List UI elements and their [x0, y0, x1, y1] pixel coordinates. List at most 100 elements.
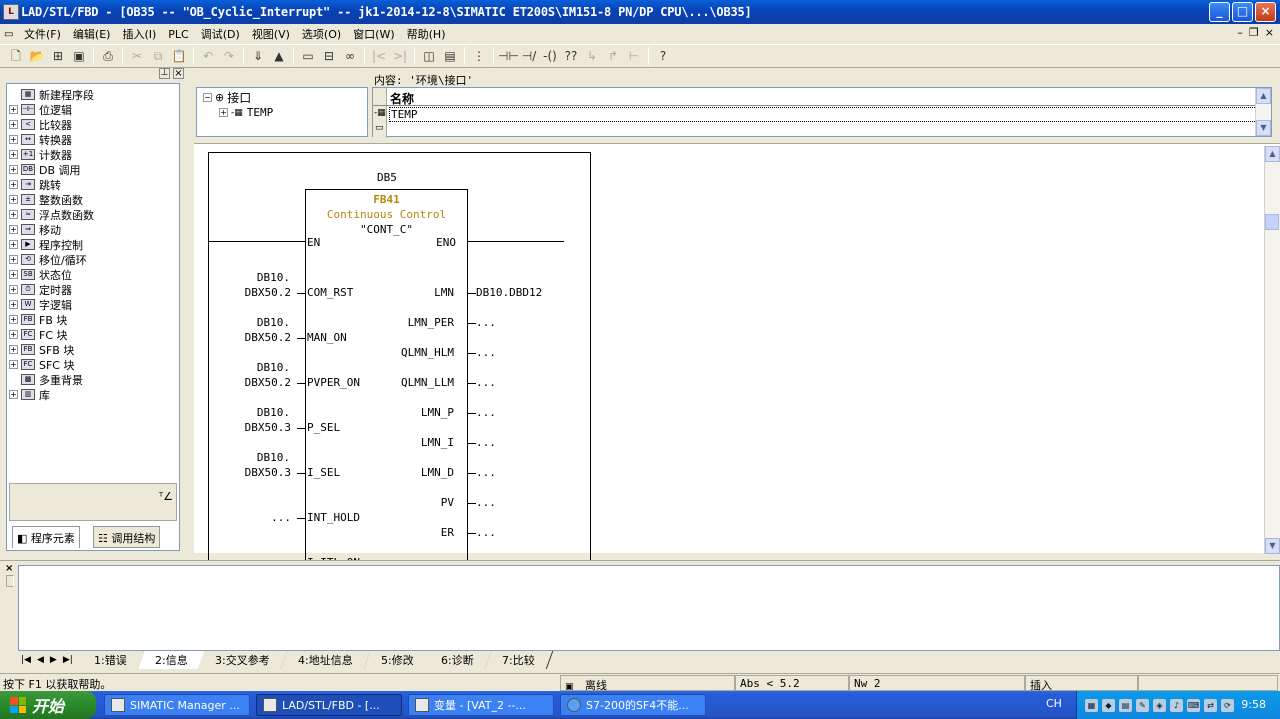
output-address[interactable]: ... [476, 496, 496, 509]
branch-close-icon[interactable]: ↱ [603, 46, 623, 66]
expand-icon[interactable]: + [9, 225, 18, 234]
output-address[interactable]: ... [476, 526, 496, 539]
expand-icon[interactable]: + [219, 108, 228, 117]
interface-root-node[interactable]: − ⊕ 接口 [203, 90, 251, 105]
menu-plc[interactable]: PLC [162, 28, 194, 41]
program-element-8[interactable]: + ≈ 浮点数函数 [9, 207, 94, 222]
expand-icon[interactable]: + [9, 135, 18, 144]
tab-modify[interactable]: 5:修改 [363, 651, 432, 669]
menu-help[interactable]: 帮助(H) [401, 26, 452, 42]
expand-icon[interactable]: + [9, 345, 18, 354]
tab-call-structure[interactable]: ☷ 调用结构 [93, 526, 161, 548]
mdi-close-icon[interactable]: × [1265, 26, 1274, 39]
expand-icon[interactable]: + [9, 150, 18, 159]
tab-errors[interactable]: 1:错误 [76, 651, 145, 669]
expand-icon[interactable]: + [9, 255, 18, 264]
program-element-10[interactable]: + ▶ 程序控制 [9, 237, 83, 252]
output-address[interactable]: ... [476, 406, 496, 419]
expand-icon[interactable]: + [9, 330, 18, 339]
program-element-3[interactable]: + ↔ 转换器 [9, 132, 72, 147]
tray-security-icon[interactable]: ◆ [1102, 698, 1115, 712]
expand-icon[interactable]: + [9, 105, 18, 114]
minimize-button[interactable]: _ [1209, 2, 1230, 22]
program-element-17[interactable]: + FB SFB 块 [9, 342, 74, 357]
scroll-down-icon[interactable]: ▼ [1265, 538, 1280, 554]
last-network-icon[interactable]: >| [390, 46, 410, 66]
tray-pen-icon[interactable]: ✎ [1136, 698, 1149, 712]
tray-shield-icon[interactable]: ◈ [1153, 698, 1166, 712]
scroll-up-icon[interactable]: ▲ [1256, 88, 1271, 104]
menu-file[interactable]: 文件(F) [18, 26, 67, 42]
output-address[interactable]: DB10.DBD12 [476, 286, 542, 299]
program-element-5[interactable]: + DB DB 调用 [9, 162, 81, 177]
undo-icon[interactable]: ↶ [198, 46, 218, 66]
expand-icon[interactable]: + [9, 390, 18, 399]
program-element-0[interactable]: ▦ 新建程序段 [9, 87, 94, 102]
tab-address-info[interactable]: 4:地址信息 [280, 651, 371, 669]
tray-app-icon[interactable]: ▤ [1119, 698, 1132, 712]
tab-program-elements[interactable]: ◧ 程序元素 [12, 526, 80, 548]
new-network-icon[interactable]: ⋮ [469, 46, 489, 66]
help-pointer-icon[interactable]: ? [653, 46, 673, 66]
upload-icon[interactable]: ▲ [269, 46, 289, 66]
expand-icon[interactable]: + [9, 195, 18, 204]
output-close-icon[interactable]: × [5, 563, 13, 574]
program-element-9[interactable]: + ⇒ 移动 [9, 222, 61, 237]
expand-icon[interactable]: + [9, 285, 18, 294]
mdi-minimize-icon[interactable]: – [1237, 26, 1243, 39]
program-element-14[interactable]: + W 字逻辑 [9, 297, 72, 312]
overview-icon[interactable]: ◫ [419, 46, 439, 66]
expand-icon[interactable]: + [9, 360, 18, 369]
expand-icon[interactable]: + [9, 210, 18, 219]
tab-diagnostics[interactable]: 6:诊断 [424, 651, 493, 669]
tray-network-icon[interactable]: ▦ [1085, 698, 1098, 712]
tab-nav-prev-icon[interactable]: ◀ [34, 655, 47, 665]
tray-input-icon[interactable]: ⌨ [1187, 698, 1200, 712]
open-icon[interactable]: 📂 [27, 46, 47, 66]
print-icon[interactable]: ⎙ [98, 46, 118, 66]
tray-volume-icon[interactable]: ♪ [1170, 698, 1183, 712]
expand-icon[interactable]: + [9, 165, 18, 174]
doc-icon[interactable]: ▭ [4, 29, 18, 40]
first-network-icon[interactable]: |< [369, 46, 389, 66]
program-element-16[interactable]: + FC FC 块 [9, 327, 68, 342]
scroll-down-icon[interactable]: ▼ [1256, 120, 1271, 136]
program-element-7[interactable]: + ± 整数函数 [9, 192, 83, 207]
tab-cross-reference[interactable]: 3:交叉参考 [197, 651, 289, 669]
interface-row-temp[interactable]: TEMP [389, 107, 1257, 122]
paste-icon[interactable]: 📋 [169, 46, 189, 66]
program-element-15[interactable]: + FB FB 块 [9, 312, 67, 327]
menu-debug[interactable]: 调试(D) [195, 26, 246, 42]
scroll-up-icon[interactable]: ▲ [1265, 146, 1280, 162]
branch-open-icon[interactable]: ↳ [582, 46, 602, 66]
download-icon[interactable]: ⇓ [248, 46, 268, 66]
tab-compare[interactable]: 7:比较 [484, 651, 554, 669]
start-button[interactable]: 开始 [0, 691, 96, 719]
menu-options[interactable]: 选项(O) [296, 26, 347, 42]
menu-edit[interactable]: 编辑(E) [67, 26, 117, 42]
program-element-18[interactable]: + FC SFC 块 [9, 357, 75, 372]
output-address[interactable]: ... [476, 316, 496, 329]
menu-view[interactable]: 视图(V) [246, 26, 296, 42]
copy-icon[interactable]: ⧉ [148, 46, 168, 66]
expand-icon[interactable]: + [9, 270, 18, 279]
box-icon[interactable]: ?? [561, 46, 581, 66]
tab-nav-next-icon[interactable]: ▶ [47, 655, 60, 665]
mdi-restore-icon[interactable]: ❐ [1249, 26, 1259, 39]
program-element-6[interactable]: + ⇥ 跳转 [9, 177, 61, 192]
menu-insert[interactable]: 插入(I) [116, 26, 162, 42]
detail-view-icon[interactable]: ▤ [440, 46, 460, 66]
new-icon[interactable]: 🗋 [6, 46, 26, 66]
expand-icon[interactable]: + [9, 315, 18, 324]
expand-icon[interactable]: + [9, 180, 18, 189]
interface-temp-node[interactable]: + -▦ TEMP [219, 105, 273, 120]
language-indicator[interactable]: CH [1046, 697, 1062, 710]
save-icon[interactable]: ▣ [69, 46, 89, 66]
expand-icon[interactable]: + [9, 300, 18, 309]
panel-close-icon[interactable]: × [173, 68, 184, 79]
monitor-icon[interactable]: ▭ [298, 46, 318, 66]
connection-icon[interactable]: ⊢ [624, 46, 644, 66]
output-address[interactable]: ... [476, 466, 496, 479]
coil-icon[interactable]: -() [540, 46, 560, 66]
program-element-11[interactable]: + ⟲ 移位/循环 [9, 252, 87, 267]
